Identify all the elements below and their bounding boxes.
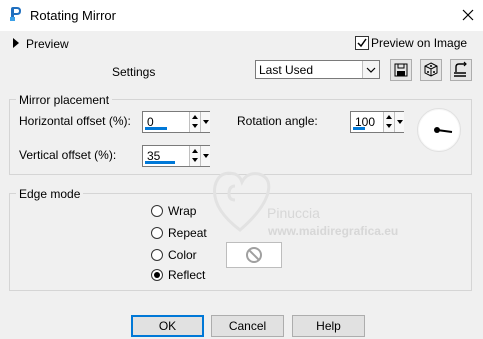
chevron-down-icon — [366, 67, 376, 73]
rotation-angle-label: Rotation angle: — [237, 114, 318, 128]
horizontal-offset-field[interactable]: 0 — [142, 111, 210, 133]
cancel-button[interactable]: Cancel — [211, 315, 284, 337]
no-color-icon — [246, 247, 262, 263]
rotation-dial-needle-icon — [434, 127, 453, 133]
rotation-angle-field[interactable]: 100 — [350, 111, 404, 133]
spin-up-icon[interactable] — [192, 115, 198, 119]
watermark-name: Pinuccia — [267, 205, 320, 221]
mirror-placement-title: Mirror placement — [16, 93, 113, 107]
spin-up-icon[interactable] — [386, 115, 392, 119]
chevron-down-icon — [397, 120, 403, 124]
radio-repeat-label[interactable]: Repeat — [168, 226, 207, 240]
expand-preview-icon[interactable] — [13, 38, 19, 48]
horizontal-offset-dropdown[interactable] — [200, 112, 210, 132]
radio-reflect[interactable] — [151, 269, 163, 281]
rotation-angle-dropdown[interactable] — [394, 112, 404, 132]
spin-down-icon[interactable] — [192, 124, 198, 128]
radio-color-label[interactable]: Color — [168, 248, 197, 262]
radio-wrap[interactable] — [151, 205, 163, 217]
radio-wrap-label[interactable]: Wrap — [168, 204, 196, 218]
preset-value: Last Used — [259, 63, 314, 77]
settings-label: Settings — [112, 65, 156, 79]
radio-selected-dot — [154, 272, 160, 278]
preview-on-image-checkbox[interactable] — [355, 36, 369, 50]
spin-up-icon[interactable] — [192, 149, 198, 153]
save-preset-button[interactable] — [390, 59, 412, 81]
rotation-angle-spinner[interactable] — [383, 112, 394, 132]
watermark-url: www.maidiregrafica.eu — [268, 224, 399, 238]
vertical-offset-label: Vertical offset (%): — [19, 148, 117, 162]
horizontal-offset-slider[interactable] — [145, 127, 167, 130]
reset-icon — [454, 61, 467, 77]
close-icon[interactable] — [457, 4, 479, 26]
rotation-angle-slider[interactable] — [353, 127, 365, 130]
app-icon — [10, 7, 21, 21]
radio-reflect-label[interactable]: Reflect — [168, 268, 205, 282]
rotation-dial[interactable] — [417, 108, 461, 152]
preset-dropdown[interactable]: Last Used — [255, 60, 380, 79]
vertical-offset-slider[interactable] — [145, 161, 175, 164]
window-title: Rotating Mirror — [30, 8, 116, 23]
preset-dropdown-button[interactable] — [362, 61, 379, 78]
vertical-offset-field[interactable]: 35 — [142, 145, 210, 167]
spin-down-icon[interactable] — [192, 158, 198, 162]
title-bar: Rotating Mirror — [0, 0, 483, 31]
checkmark-icon — [357, 38, 367, 48]
radio-repeat[interactable] — [151, 227, 163, 239]
edge-color-swatch[interactable] — [226, 242, 282, 268]
vertical-offset-dropdown[interactable] — [200, 146, 210, 166]
spin-down-icon[interactable] — [386, 124, 392, 128]
radio-color[interactable] — [151, 249, 163, 261]
preview-toggle-label[interactable]: Preview — [26, 37, 69, 51]
vertical-offset-spinner[interactable] — [189, 146, 200, 166]
chevron-down-icon — [203, 120, 209, 124]
horizontal-offset-spinner[interactable] — [189, 112, 200, 132]
reset-button[interactable] — [450, 59, 472, 81]
chevron-down-icon — [203, 154, 209, 158]
randomize-button[interactable] — [420, 59, 442, 81]
help-button[interactable]: Help — [292, 315, 365, 337]
ok-button[interactable]: OK — [131, 315, 204, 337]
preview-on-image-label[interactable]: Preview on Image — [371, 36, 467, 50]
horizontal-offset-label: Horizontal offset (%): — [19, 114, 131, 128]
edge-mode-title: Edge mode — [16, 187, 84, 201]
save-icon — [394, 63, 408, 77]
dice-icon — [424, 62, 438, 77]
watermark-heart-icon — [213, 171, 271, 232]
